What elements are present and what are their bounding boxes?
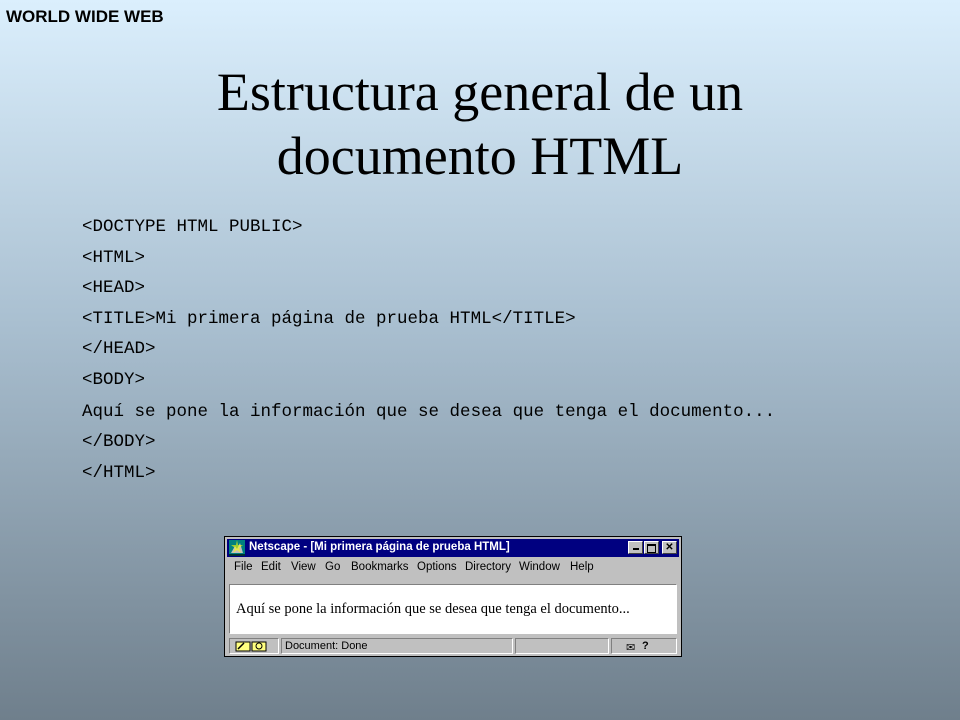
netscape-window: Netscape - [Mi primera página de prueba … [224, 536, 682, 657]
title-line-2: documento HTML [276, 126, 684, 186]
menu-file[interactable]: File [234, 561, 253, 573]
section-label: WORLD WIDE WEB [6, 7, 164, 26]
progress-panel [515, 638, 609, 654]
menu-window[interactable]: Window [519, 561, 560, 573]
menu-bookmarks[interactable]: Bookmarks [351, 561, 409, 573]
code-line: </HEAD> [82, 339, 156, 359]
close-button[interactable]: ✕ [662, 541, 677, 554]
menu-help[interactable]: Help [570, 561, 594, 573]
code-line: <BODY> [82, 369, 146, 390]
maximize-icon [647, 544, 656, 553]
security-indicator[interactable] [229, 638, 279, 654]
minimize-icon [632, 548, 639, 550]
minimize-button[interactable] [628, 541, 643, 554]
code-body-text: Aquí se pone la información que se desea… [82, 402, 776, 422]
title-line-1: Estructura general de un [216, 62, 744, 122]
document-content: Aquí se pone la información que se desea… [229, 584, 677, 634]
menu-edit[interactable]: Edit [261, 561, 281, 573]
code-line: <HEAD> [82, 278, 146, 298]
close-icon: ✕ [665, 542, 674, 553]
html-code-example: <DOCTYPE HTML PUBLIC> <HTML> <HEAD> <TIT… [82, 214, 880, 490]
menu-directory[interactable]: Directory [465, 561, 511, 573]
netscape-logo-icon [229, 540, 245, 556]
document-body-text: Aquí se pone la información que se desea… [236, 601, 630, 617]
question-icon[interactable]: ? [642, 640, 649, 652]
window-title: Netscape - [Mi primera página de prueba … [249, 541, 510, 553]
maximize-button[interactable] [644, 541, 659, 554]
mail-panel: ✉ ? [611, 638, 677, 654]
code-line: </BODY> [82, 432, 156, 452]
menu-bar: File Edit View Go Bookmarks Options Dire… [229, 559, 677, 577]
status-text: Document: Done [285, 640, 368, 652]
status-bar: Document: Done ✉ ? [229, 638, 677, 654]
code-line: <TITLE>Mi primera página de prueba HTML<… [82, 308, 576, 329]
menu-go[interactable]: Go [325, 561, 340, 573]
mail-icon[interactable]: ✉ [626, 641, 635, 654]
code-line: <DOCTYPE HTML PUBLIC> [82, 217, 303, 237]
menu-options[interactable]: Options [417, 561, 457, 573]
window-titlebar[interactable]: Netscape - [Mi primera página de prueba … [227, 539, 679, 557]
menu-view[interactable]: View [291, 561, 316, 573]
security-key-icon [235, 641, 267, 652]
code-line: <HTML> [82, 247, 146, 268]
slide-title: Estructura general de un documento HTML [0, 60, 960, 188]
code-line: </HTML> [82, 462, 156, 483]
